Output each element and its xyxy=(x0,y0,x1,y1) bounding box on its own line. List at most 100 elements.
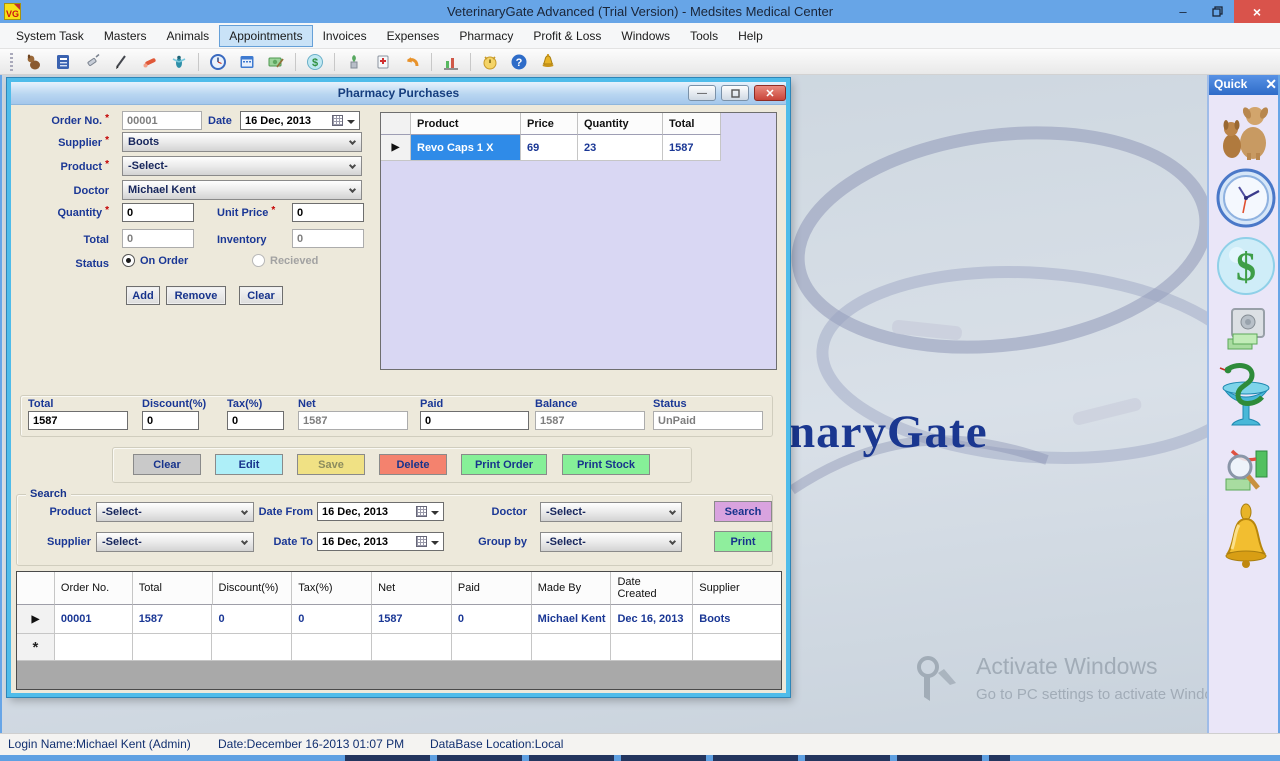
menu-invoices[interactable]: Invoices xyxy=(313,25,377,47)
empty-cell[interactable] xyxy=(212,634,292,661)
group-by-dropdown[interactable]: -Select- xyxy=(540,532,682,552)
tax-field[interactable] xyxy=(227,411,284,430)
print-stock-button[interactable]: Print Stock xyxy=(562,454,650,475)
cell-total[interactable]: 1587 xyxy=(663,135,721,161)
menu-profit-loss[interactable]: Profit & Loss xyxy=(523,25,611,47)
dogs-photo-icon[interactable] xyxy=(1214,101,1278,161)
cell-paid[interactable]: 0 xyxy=(452,605,532,634)
dog-icon[interactable] xyxy=(24,52,44,72)
menu-masters[interactable]: Masters xyxy=(94,25,157,47)
dialog-maximize-button[interactable] xyxy=(721,85,749,101)
cell-product[interactable]: Revo Caps 1 X xyxy=(411,135,521,161)
column-header-total[interactable]: Total xyxy=(133,572,213,605)
column-header-order-no[interactable]: Order No. xyxy=(55,572,133,605)
balance-field[interactable] xyxy=(535,411,645,430)
row-selector-cell[interactable]: ▶ xyxy=(17,605,55,634)
payment-status-field[interactable] xyxy=(653,411,763,430)
received-radio[interactable]: Recieved xyxy=(252,254,318,267)
column-header-date-created[interactable]: Date Created xyxy=(611,572,693,605)
column-header-made-by[interactable]: Made By xyxy=(532,572,612,605)
pen-icon[interactable] xyxy=(111,52,131,72)
delete-button[interactable]: Delete xyxy=(379,454,447,475)
clock-icon[interactable] xyxy=(208,52,228,72)
syringe-icon[interactable] xyxy=(82,52,102,72)
marker-icon[interactable] xyxy=(140,52,160,72)
calendar-icon[interactable] xyxy=(237,52,257,72)
menu-help[interactable]: Help xyxy=(728,25,773,47)
date-field[interactable]: 16 Dec, 2013 xyxy=(240,111,360,130)
add-button[interactable]: Add xyxy=(126,286,160,305)
search-product-dropdown[interactable]: -Select- xyxy=(96,502,254,522)
cell-supplier[interactable]: Boots xyxy=(693,605,781,634)
bell-icon[interactable] xyxy=(538,52,558,72)
on-order-radio[interactable]: On Order xyxy=(122,254,188,267)
column-header-product[interactable]: Product xyxy=(411,113,521,135)
column-header-tax[interactable]: Tax(%) xyxy=(292,572,372,605)
menu-windows[interactable]: Windows xyxy=(611,25,680,47)
report-search-icon[interactable] xyxy=(1214,439,1278,497)
cell-discount[interactable]: 0 xyxy=(212,605,292,634)
date-to-field[interactable]: 16 Dec, 2013 xyxy=(317,532,444,551)
orders-grid-new-row[interactable]: * xyxy=(17,634,781,661)
insect-icon[interactable] xyxy=(169,52,189,72)
clear-button[interactable]: Clear xyxy=(133,454,201,475)
undo-arrow-icon[interactable] xyxy=(402,52,422,72)
help-icon[interactable]: ? xyxy=(509,52,529,72)
search-doctor-dropdown[interactable]: -Select- xyxy=(540,502,682,522)
save-button[interactable]: Save xyxy=(297,454,365,475)
cell-price[interactable]: 69 xyxy=(521,135,578,161)
inventory-field[interactable] xyxy=(292,229,364,248)
date-from-field[interactable]: 16 Dec, 2013 xyxy=(317,502,444,521)
dialog-close-button[interactable]: ✕ xyxy=(754,85,786,101)
row-selector-cell[interactable]: ▶ xyxy=(381,135,411,161)
clear-items-button[interactable]: Clear xyxy=(239,286,283,305)
empty-cell[interactable] xyxy=(693,634,781,661)
reminder-bell-icon[interactable] xyxy=(1214,503,1278,571)
column-header-supplier[interactable]: Supplier xyxy=(693,572,781,605)
clock-icon[interactable] xyxy=(1214,167,1278,229)
doctor-notes-icon[interactable] xyxy=(373,52,393,72)
money-check-icon[interactable] xyxy=(266,52,286,72)
doctor-dropdown[interactable]: Michael Kent xyxy=(122,180,362,200)
cell-order-no[interactable]: 00001 xyxy=(55,605,133,634)
chart-icon[interactable] xyxy=(441,52,461,72)
restore-button[interactable] xyxy=(1200,0,1234,23)
address-book-icon[interactable] xyxy=(53,52,73,72)
menu-pharmacy[interactable]: Pharmacy xyxy=(449,25,523,47)
column-header-price[interactable]: Price xyxy=(521,113,578,135)
empty-cell[interactable] xyxy=(452,634,532,661)
unit-price-field[interactable] xyxy=(292,203,364,222)
search-supplier-dropdown[interactable]: -Select- xyxy=(96,532,254,552)
empty-cell[interactable] xyxy=(292,634,372,661)
cell-net[interactable]: 1587 xyxy=(372,605,452,634)
cell-tax[interactable]: 0 xyxy=(292,605,372,634)
plant-icon[interactable] xyxy=(344,52,364,72)
column-header-discount[interactable]: Discount(%) xyxy=(213,572,293,605)
totals-total-field[interactable] xyxy=(28,411,128,430)
dollar-bubble-icon[interactable]: $ xyxy=(1214,235,1278,297)
print-order-button[interactable]: Print Order xyxy=(461,454,547,475)
empty-cell[interactable] xyxy=(372,634,452,661)
empty-cell[interactable] xyxy=(55,634,133,661)
column-header-quantity[interactable]: Quantity xyxy=(578,113,663,135)
cell-date-created[interactable]: Dec 16, 2013 xyxy=(611,605,693,634)
edit-button[interactable]: Edit xyxy=(215,454,283,475)
net-field[interactable] xyxy=(298,411,408,430)
menu-system-task[interactable]: System Task xyxy=(6,25,94,47)
cell-made-by[interactable]: Michael Kent xyxy=(532,605,612,634)
close-button[interactable]: × xyxy=(1234,0,1280,23)
dialog-minimize-button[interactable]: — xyxy=(688,85,716,101)
pharmacy-bowl-icon[interactable] xyxy=(1214,361,1278,433)
quantity-field[interactable] xyxy=(122,203,194,222)
print-button[interactable]: Print xyxy=(714,531,772,552)
empty-cell[interactable] xyxy=(611,634,693,661)
money-safe-icon[interactable] xyxy=(1214,303,1278,355)
minimize-button[interactable]: – xyxy=(1166,0,1200,23)
line-total-field[interactable] xyxy=(122,229,194,248)
menu-animals[interactable]: Animals xyxy=(157,25,220,47)
quick-panel-close-icon[interactable]: ✕ xyxy=(1265,77,1277,91)
order-no-field[interactable] xyxy=(122,111,202,130)
items-grid-row[interactable]: ▶ Revo Caps 1 X 69 23 1587 xyxy=(381,135,776,161)
menu-expenses[interactable]: Expenses xyxy=(377,25,450,47)
discount-field[interactable] xyxy=(142,411,199,430)
